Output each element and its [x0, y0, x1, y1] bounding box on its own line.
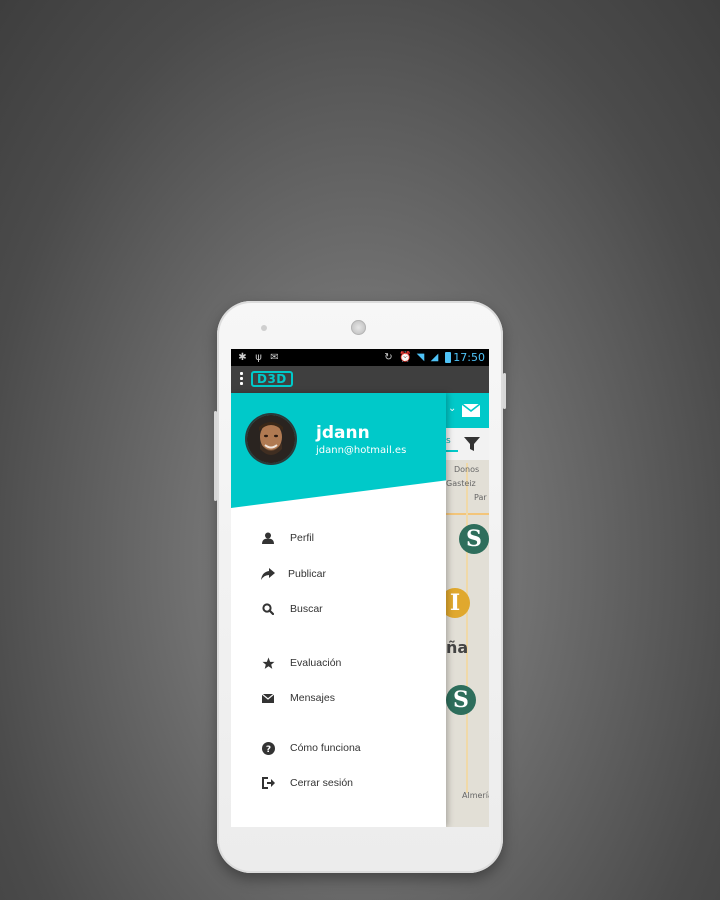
navigation-drawer: jdann jdann@hotmail.es Perfil Publicar B…	[231, 393, 446, 827]
sync-icon: ↻	[384, 352, 393, 363]
status-bar: ✱ ψ ✉ ↻ ⏰ ◥ ◢ 17:50	[231, 349, 489, 366]
map-view[interactable]: ⌄ s Donos Gasteiz Par S I ña S Almería	[440, 393, 489, 827]
menu-item-buscar[interactable]: Buscar	[261, 599, 323, 619]
share-arrow-icon	[261, 567, 275, 581]
menu-item-como-funciona[interactable]: ? Cómo funciona	[261, 738, 361, 758]
menu-item-label: Publicar	[288, 568, 326, 580]
volume-button	[214, 411, 217, 501]
power-button	[503, 373, 506, 409]
earpiece-speaker	[351, 320, 366, 335]
overflow-menu-icon[interactable]	[240, 372, 243, 387]
map-country-label: ña	[446, 638, 469, 657]
star-icon	[261, 656, 275, 670]
map-filter-bar: s	[446, 428, 489, 460]
usb-icon: ψ	[255, 352, 262, 363]
search-icon	[261, 602, 275, 616]
user-name: jdann	[316, 423, 370, 443]
mail-notification-icon: ✉	[270, 352, 279, 363]
battery-icon	[445, 352, 451, 363]
menu-item-evaluacion[interactable]: Evaluación	[261, 653, 341, 673]
avatar[interactable]	[247, 415, 295, 463]
menu-item-cerrar-sesion[interactable]: Cerrar sesión	[261, 773, 353, 793]
map-road	[466, 463, 468, 793]
android-debug-icon: ✱	[238, 352, 247, 363]
map-pin[interactable]: S	[459, 524, 489, 554]
menu-item-perfil[interactable]: Perfil	[261, 528, 314, 548]
user-icon	[261, 531, 275, 545]
profile-photo	[247, 415, 295, 463]
menu-item-label: Cómo funciona	[290, 742, 361, 754]
svg-text:?: ?	[265, 745, 270, 755]
signal-icon: ◢	[430, 352, 439, 363]
map-label: Donos	[454, 465, 480, 474]
user-email: jdann@hotmail.es	[316, 445, 407, 456]
filter-icon[interactable]	[464, 436, 480, 452]
proximity-sensor	[261, 325, 267, 331]
envelope-icon[interactable]	[462, 404, 480, 417]
partial-tab-label[interactable]: s	[446, 436, 451, 446]
phone-screen: ✱ ψ ✉ ↻ ⏰ ◥ ◢ 17:50 D3D ⌄ s Donos Gastei…	[231, 349, 489, 827]
envelope-icon	[261, 691, 275, 705]
menu-item-label: Perfil	[290, 532, 314, 544]
chevron-down-icon[interactable]: ⌄	[448, 403, 456, 414]
map-label: Par	[474, 493, 487, 502]
menu-item-label: Cerrar sesión	[290, 777, 354, 789]
question-icon: ?	[261, 741, 275, 755]
menu-item-label: Buscar	[290, 603, 323, 615]
map-pin[interactable]: S	[446, 685, 476, 715]
menu-item-publicar[interactable]: Publicar	[261, 564, 326, 584]
sign-out-icon	[261, 776, 275, 790]
tab-underline	[446, 450, 458, 452]
map-label: Almería	[462, 791, 489, 800]
menu-item-label: Evaluación	[290, 657, 342, 669]
menu-item-mensajes[interactable]: Mensajes	[261, 688, 335, 708]
wifi-icon: ◥	[416, 352, 425, 363]
map-header: ⌄	[446, 393, 489, 428]
map-label: Gasteiz	[446, 479, 476, 488]
status-time: 17:50	[453, 351, 485, 364]
menu-item-label: Mensajes	[290, 692, 335, 704]
app-logo: D3D	[251, 371, 293, 387]
alarm-icon: ⏰	[399, 352, 412, 363]
app-bar: D3D	[231, 366, 489, 393]
